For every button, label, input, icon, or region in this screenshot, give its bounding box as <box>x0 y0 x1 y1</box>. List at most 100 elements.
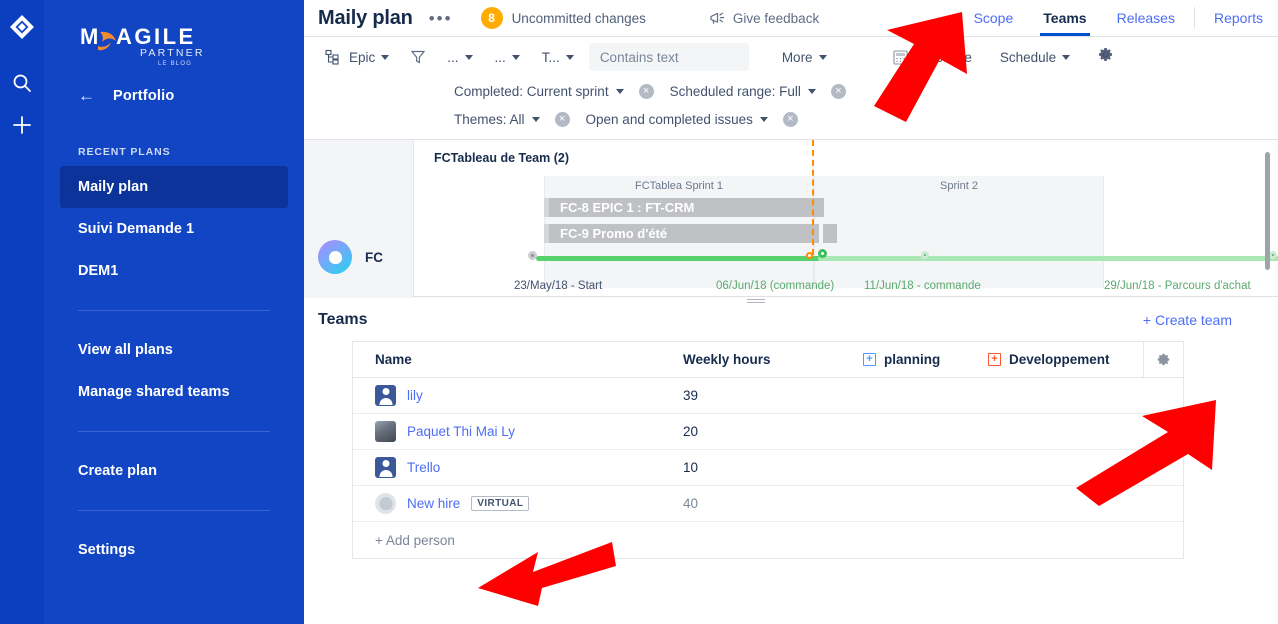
sidebar-item-create-plan[interactable]: Create plan <box>44 450 304 492</box>
timeline-bar-fc9-tail <box>823 224 837 243</box>
chevron-down-icon <box>1062 54 1071 60</box>
plus-box-red-icon: + <box>988 353 1001 366</box>
plan-toolbar: Epic ... ... T... Contains text More Cal… <box>304 37 1278 77</box>
column-header-planning[interactable]: + planning <box>863 352 988 367</box>
portfolio-breadcrumb[interactable]: ← Portfolio <box>44 77 304 112</box>
hierarchy-filter[interactable]: Epic <box>318 43 396 71</box>
column-header-weekly-hours[interactable]: Weekly hours <box>683 352 863 367</box>
chip-remove-icon[interactable]: × <box>782 111 798 127</box>
sprint-zone-2 <box>814 176 1104 288</box>
search-icon[interactable] <box>7 68 37 98</box>
table-row[interactable]: New hire VIRTUAL 40 <box>353 486 1183 522</box>
search-input[interactable]: Contains text <box>588 43 749 71</box>
portfolio-label: Portfolio <box>113 87 175 104</box>
create-team-button[interactable]: + Create team <box>1143 312 1232 328</box>
more-filters-dropdown[interactable]: More <box>775 43 834 71</box>
svg-text:PARTNER: PARTNER <box>140 47 205 59</box>
chip-remove-icon[interactable]: × <box>554 111 570 127</box>
timeline-resize-handle[interactable] <box>747 299 765 303</box>
tab-teams[interactable]: Teams <box>1028 0 1101 36</box>
avatar <box>375 421 396 442</box>
sidebar-item-maily-plan[interactable]: Maily plan <box>60 166 288 208</box>
chevron-down-icon <box>464 54 473 60</box>
chip-remove-icon[interactable]: × <box>638 83 654 99</box>
chip-themes-all[interactable]: Themes: All <box>454 112 540 127</box>
calculate-label: Calculate <box>915 49 972 65</box>
weekly-hours-cell[interactable]: 39 <box>683 388 863 403</box>
timeline-board-title: FCTableau de Team (2) <box>434 151 569 165</box>
milestone-06jun-dot[interactable] <box>818 249 827 258</box>
person-name-link[interactable]: Paquet Thi Mai Ly <box>407 424 515 439</box>
add-person-button[interactable]: + Add person <box>353 522 1183 558</box>
weekly-hours-cell[interactable]: 40 <box>683 496 863 511</box>
sidebar-item-label: View all plans <box>78 342 173 358</box>
timeline-scrollbar[interactable] <box>1265 152 1270 270</box>
column-header-name[interactable]: Name <box>353 352 683 367</box>
column-header-developpement[interactable]: + Developpement <box>988 352 1143 367</box>
sidebar-item-label: Maily plan <box>78 179 149 195</box>
milestone-11jun-dot[interactable] <box>921 251 929 259</box>
tab-scope[interactable]: Scope <box>959 0 1029 36</box>
chip-scheduled-range-full[interactable]: Scheduled range: Full <box>670 84 816 99</box>
chevron-down-icon <box>615 88 624 94</box>
sidebar-item-settings[interactable]: Settings <box>44 529 304 571</box>
person-name-link[interactable]: New hire <box>407 496 460 511</box>
give-feedback-button[interactable]: Give feedback <box>709 11 819 26</box>
timeline-axis-dim <box>818 256 1278 261</box>
sidebar-divider-3 <box>78 510 270 511</box>
filter-funnel-icon[interactable] <box>396 43 440 71</box>
chip-label: Themes: All <box>454 111 525 127</box>
timeline-team-row[interactable]: FC <box>318 240 383 274</box>
tab-reports[interactable]: Reports <box>1199 0 1278 36</box>
timeline-bar-fc8[interactable]: FC-8 EPIC 1 : FT-CRM <box>544 198 824 217</box>
status-badge: VIRTUAL <box>471 496 530 511</box>
chip-completed-current-sprint[interactable]: Completed: Current sprint <box>454 84 624 99</box>
calculate-button[interactable]: Calculate <box>886 43 979 71</box>
sidebar-item-label: Settings <box>78 542 136 558</box>
tab-label: Scope <box>973 10 1014 26</box>
sidebar-item-suivi-demande-1[interactable]: Suivi Demande 1 <box>60 208 288 250</box>
jira-portfolio-diamond-logo[interactable] <box>9 14 35 40</box>
filter-dropdown-2[interactable]: ... <box>488 43 527 71</box>
sidebar-item-dem1[interactable]: DEM1 <box>60 250 288 292</box>
milestone-today-dot[interactable] <box>806 252 813 259</box>
timeline-bar-fc9[interactable]: FC-9 Promo d'été <box>544 224 819 243</box>
more-options-icon[interactable]: ••• <box>429 10 453 27</box>
filter-dropdown-3[interactable]: T... <box>535 43 581 71</box>
plus-icon[interactable] <box>7 110 37 140</box>
svg-text:M: M <box>80 24 101 49</box>
recent-plans-section-label: RECENT PLANS <box>78 146 171 158</box>
person-name-link[interactable]: lily <box>407 388 423 403</box>
weekly-hours-cell[interactable]: 10 <box>683 460 863 475</box>
milestone-29jun-dot[interactable] <box>1269 251 1277 259</box>
teams-section-header: Teams + Create team <box>318 311 1278 329</box>
schedule-dropdown[interactable]: Schedule <box>993 43 1077 71</box>
team-avatar-icon <box>318 240 352 274</box>
weekly-hours-cell[interactable]: 20 <box>683 424 863 439</box>
tab-releases[interactable]: Releases <box>1102 0 1190 36</box>
sidebar-divider-2 <box>78 431 270 432</box>
milestone-start-dot[interactable] <box>528 251 537 260</box>
table-row[interactable]: Paquet Thi Mai Ly 20 <box>353 414 1183 450</box>
back-arrow-icon[interactable]: ← <box>78 87 95 104</box>
avatar <box>375 385 396 406</box>
table-row[interactable]: Trello 10 <box>353 450 1183 486</box>
filter-2-label: ... <box>494 49 506 65</box>
chip-remove-icon[interactable]: × <box>830 83 846 99</box>
today-marker-line <box>812 140 814 255</box>
sidebar-item-view-all-plans[interactable]: View all plans <box>44 329 304 371</box>
column-header-planning-label: planning <box>884 352 941 367</box>
megaphone-icon <box>710 12 725 24</box>
table-settings-gear-icon[interactable] <box>1143 341 1183 378</box>
brand-logo-myagile-partner: M AGILE PARTNER LE BLOG <box>44 14 304 77</box>
gear-icon[interactable] <box>1091 46 1120 68</box>
calculator-icon <box>893 49 908 65</box>
person-name-link[interactable]: Trello <box>407 460 440 475</box>
filter-dropdown-1[interactable]: ... <box>440 43 479 71</box>
tab-divider <box>1193 7 1195 29</box>
table-row[interactable]: lily 39 <box>353 378 1183 414</box>
column-header-developpement-label: Developpement <box>1009 352 1110 367</box>
chip-open-and-completed-issues[interactable]: Open and completed issues <box>586 112 768 127</box>
uncommitted-changes-label[interactable]: Uncommitted changes <box>512 11 646 26</box>
sidebar-item-manage-shared-teams[interactable]: Manage shared teams <box>44 371 304 413</box>
